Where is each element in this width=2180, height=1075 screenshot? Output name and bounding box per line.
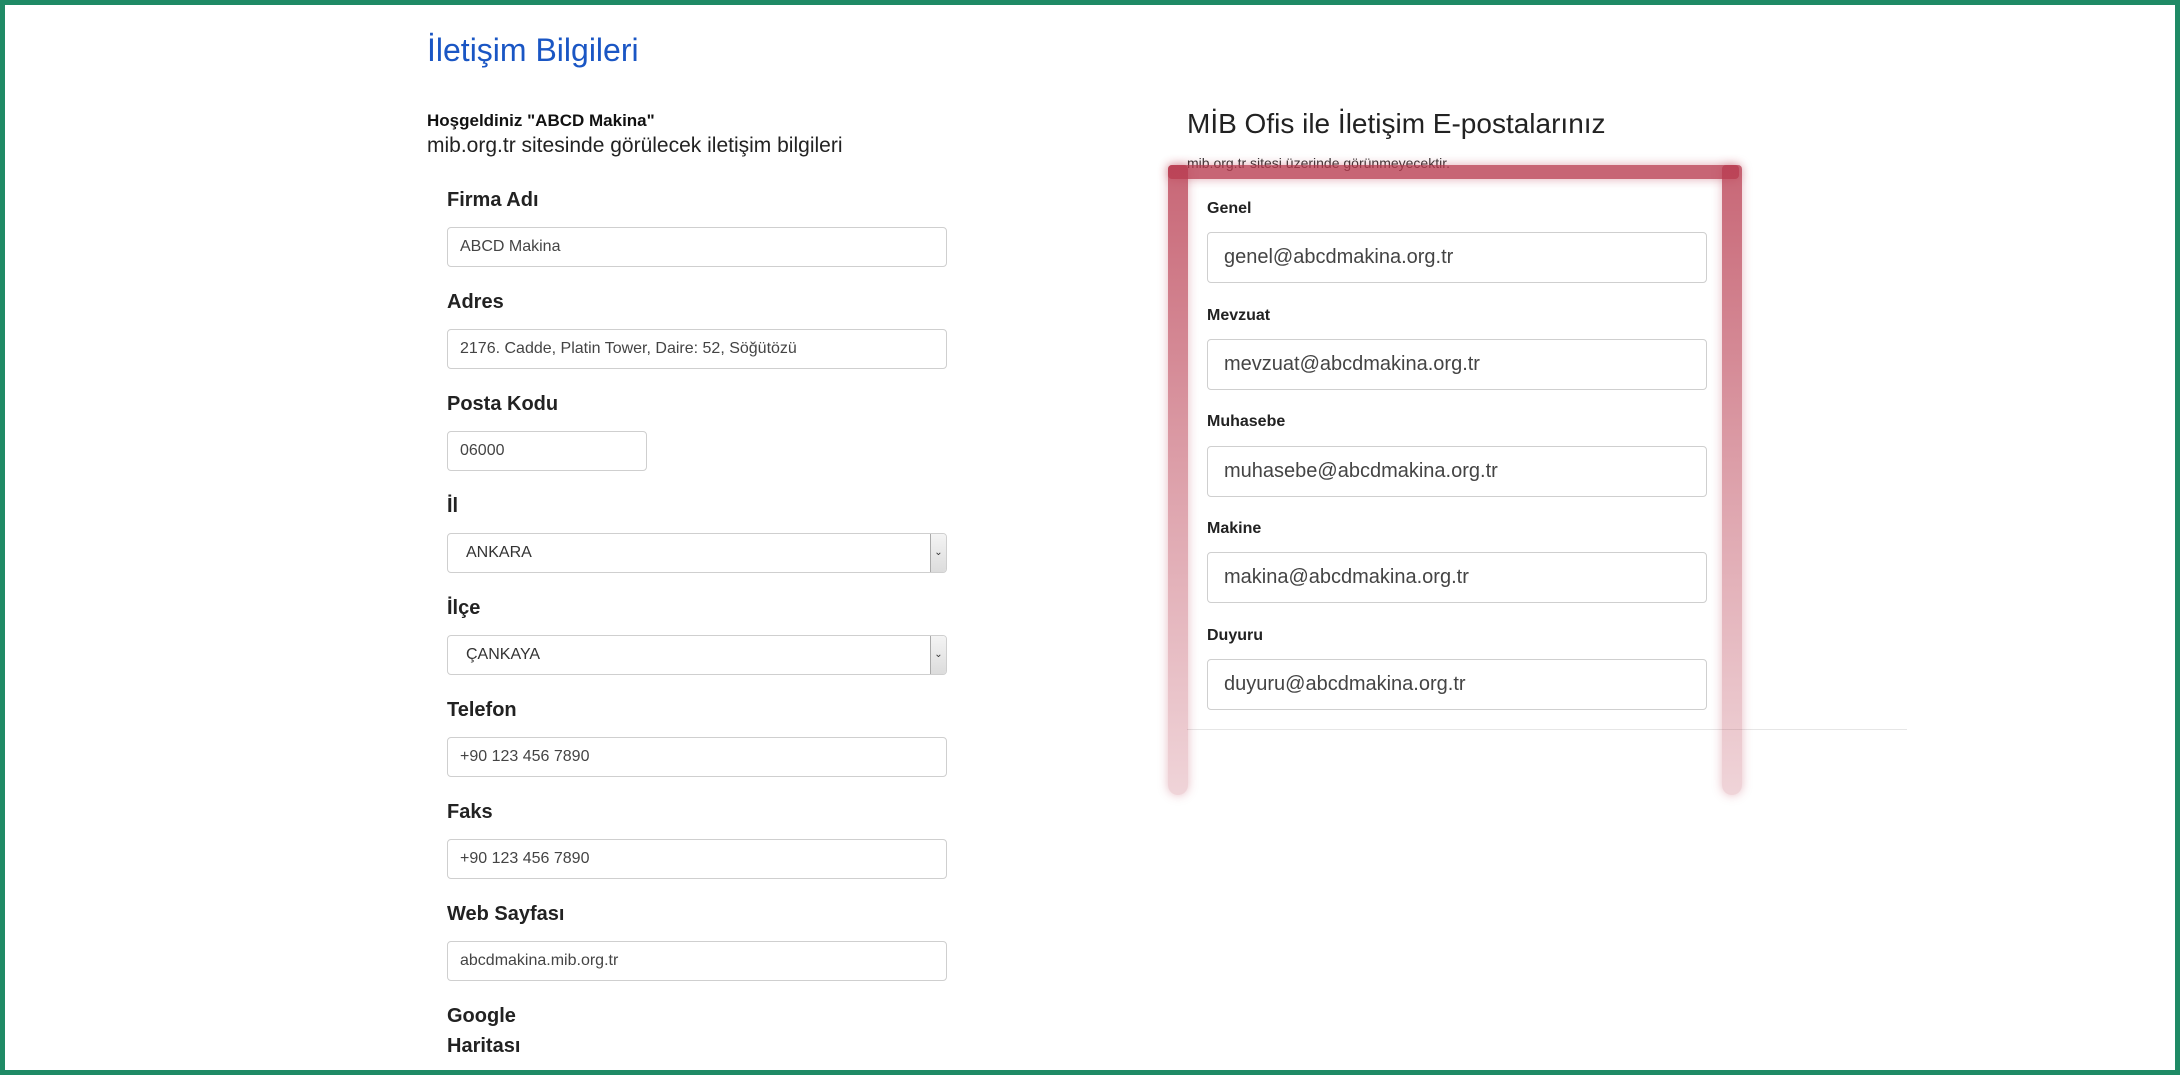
adres-input[interactable]: [447, 329, 947, 369]
muhasebe-label: Muhasebe: [1207, 413, 1286, 430]
il-label: İl: [447, 495, 459, 517]
genel-email-input[interactable]: [1207, 232, 1707, 283]
firma-adi-label: Firma Adı: [447, 189, 539, 211]
makine-label: Makine: [1207, 520, 1262, 537]
telefon-input[interactable]: [447, 737, 947, 777]
firma-adi-input[interactable]: [447, 227, 947, 267]
web-sayfasi-input[interactable]: [447, 941, 947, 981]
telefon-label: Telefon: [447, 699, 517, 721]
duyuru-email-input[interactable]: [1207, 659, 1707, 710]
highlight-marker-right: [1722, 165, 1742, 795]
page-subtitle: mib.org.tr sitesinde görülecek iletişim …: [427, 134, 843, 157]
genel-label: Genel: [1207, 200, 1252, 217]
faks-label: Faks: [447, 801, 493, 823]
screenshot-frame: [0, 0, 2180, 1075]
adres-label: Adres: [447, 291, 504, 313]
ilce-selected-value: ÇANKAYA: [466, 646, 541, 663]
google-haritasi-label-line1: Google: [447, 1005, 516, 1027]
muhasebe-email-input[interactable]: [1207, 446, 1707, 497]
makine-email-input[interactable]: [1207, 552, 1707, 603]
mevzuat-email-input[interactable]: [1207, 339, 1707, 390]
il-selected-value: ANKARA: [466, 544, 532, 561]
page-title: İletişim Bilgileri: [427, 32, 639, 68]
chevron-down-icon[interactable]: ⌄: [930, 534, 946, 572]
ilce-label: İlçe: [447, 597, 481, 619]
web-sayfasi-label: Web Sayfası: [447, 903, 565, 925]
emails-section-title: MİB Ofis ile İletişim E-postalarınız: [1187, 108, 1606, 139]
section-divider: [1187, 729, 1907, 730]
duyuru-label: Duyuru: [1207, 627, 1263, 644]
highlight-marker-left: [1168, 165, 1188, 795]
google-haritasi-label-line2: Haritası: [447, 1035, 521, 1057]
il-select[interactable]: ANKARA ⌄: [447, 533, 947, 573]
posta-kodu-input[interactable]: [447, 431, 647, 471]
emails-visibility-note: mib.org.tr sitesi üzerinde görünmeyecekt…: [1187, 155, 1450, 171]
posta-kodu-label: Posta Kodu: [447, 393, 559, 415]
faks-input[interactable]: [447, 839, 947, 879]
mevzuat-label: Mevzuat: [1207, 307, 1271, 324]
chevron-down-icon[interactable]: ⌄: [930, 636, 946, 674]
welcome-text: Hoşgeldiniz "ABCD Makina": [427, 111, 655, 130]
ilce-select[interactable]: ÇANKAYA ⌄: [447, 635, 947, 675]
